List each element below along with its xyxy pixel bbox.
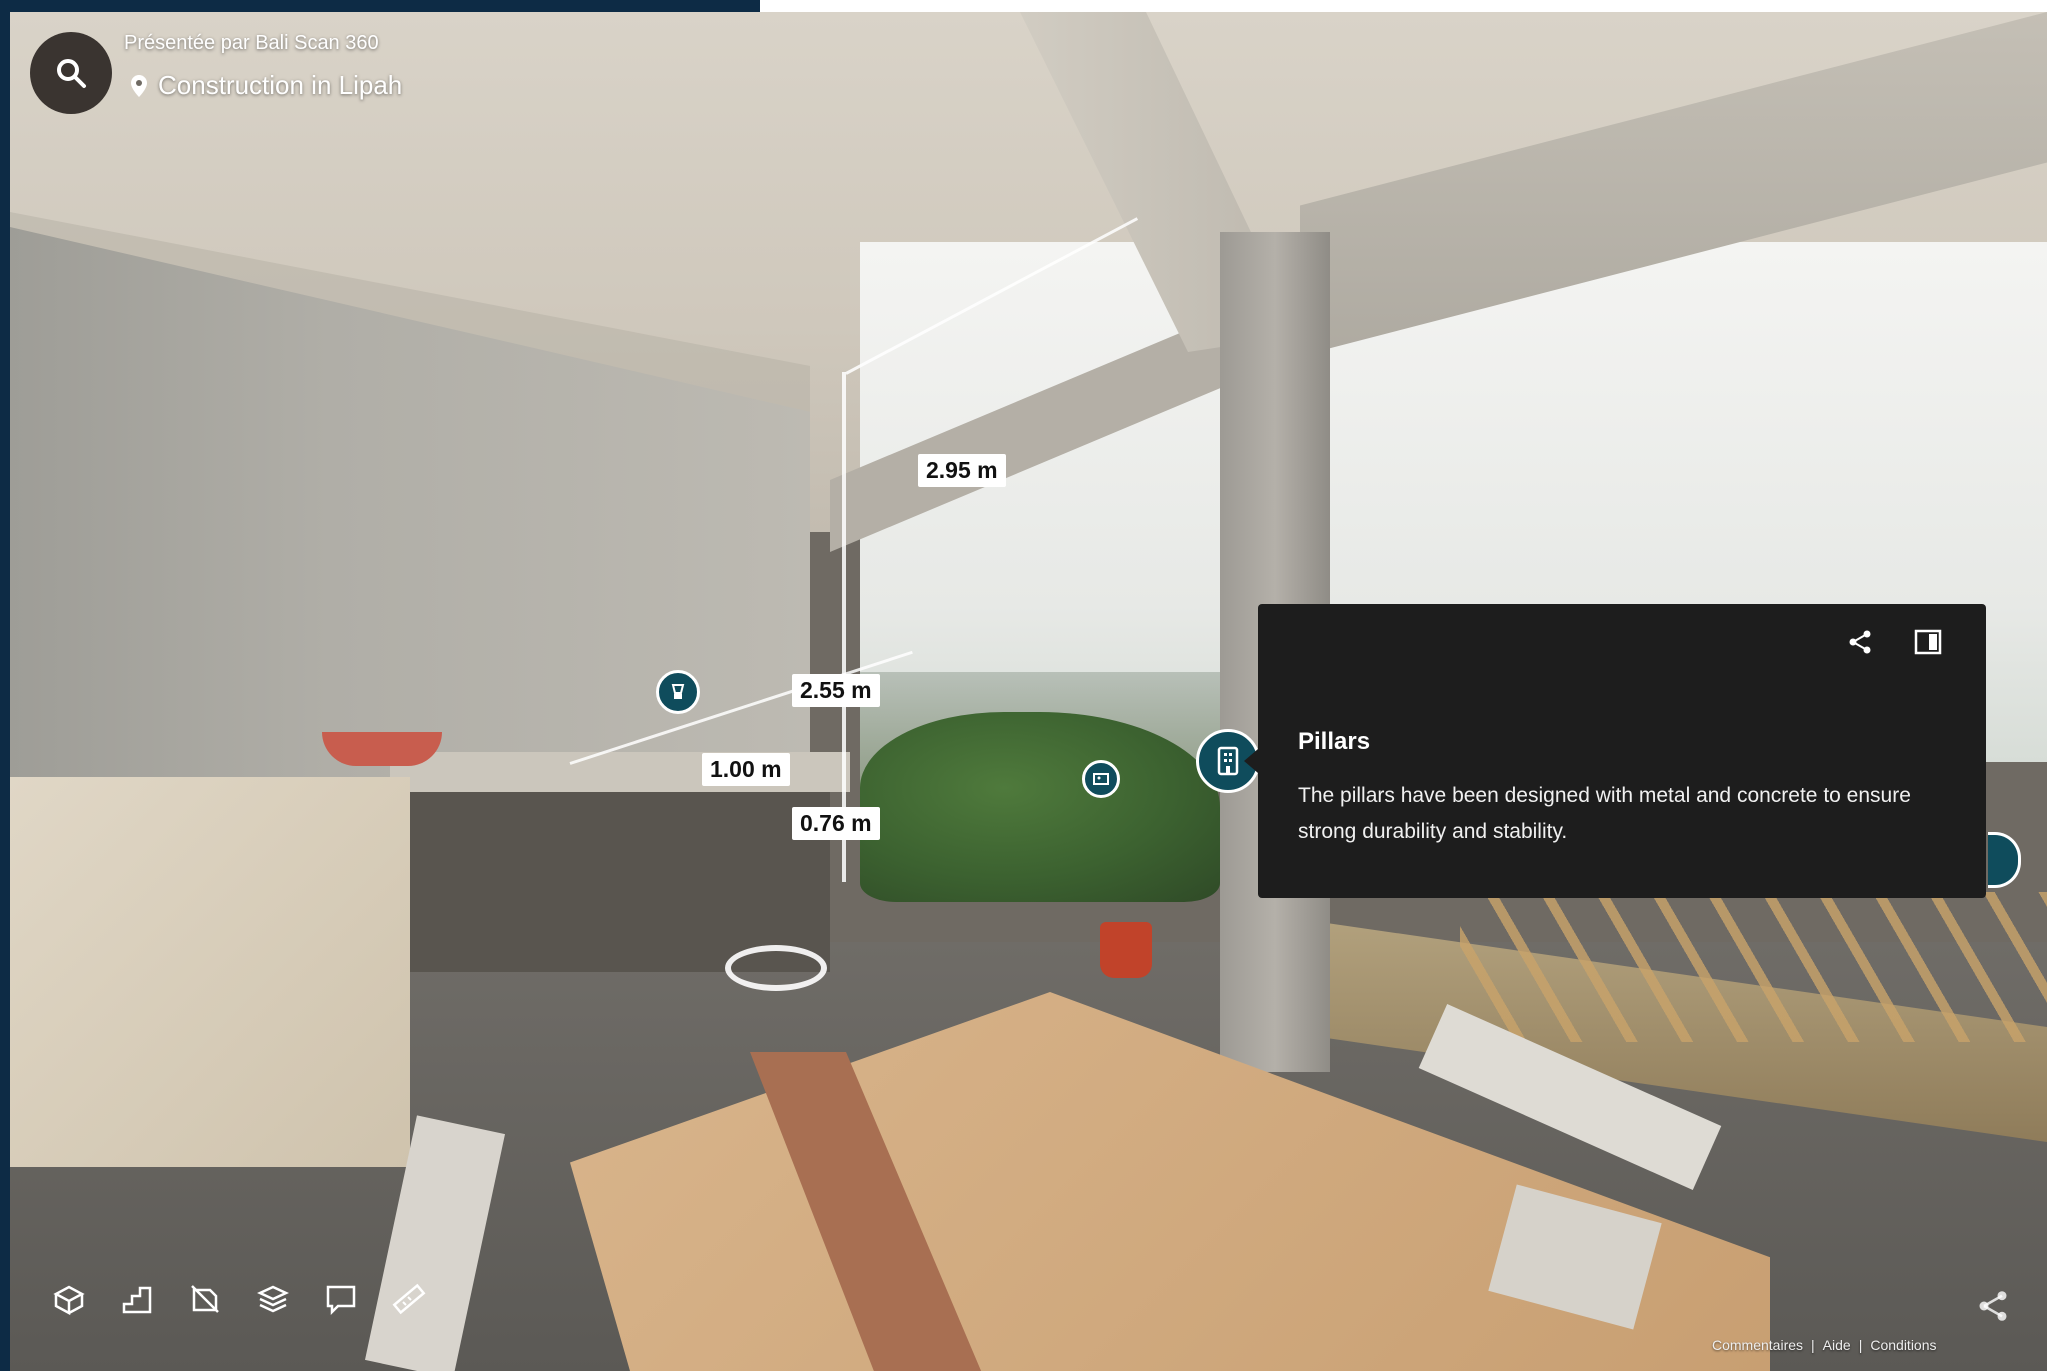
measurement-label: 2.95 m	[918, 454, 1006, 487]
floorplan-button[interactable]	[118, 1280, 156, 1318]
location-pin-icon	[131, 74, 147, 97]
comments-button[interactable]	[322, 1280, 360, 1318]
card-title: Pillars	[1298, 728, 1371, 755]
share-tour-button[interactable]	[1975, 1288, 2011, 1329]
presented-by-text: Présentée par Bali Scan 360	[124, 32, 379, 54]
card-description: The pillars have been designed with meta…	[1298, 784, 1911, 843]
image-icon	[1093, 773, 1109, 785]
floorplan-icon	[122, 1286, 152, 1314]
floor-selector-icon	[257, 1285, 289, 1313]
footer-separator: |	[1811, 1337, 1815, 1353]
marble-board	[10, 777, 410, 1167]
measurement-label: 2.55 m	[792, 674, 880, 707]
location-title: Construction in Lipah	[130, 70, 402, 101]
blender-icon	[671, 684, 685, 699]
building-icon	[1217, 746, 1239, 776]
dollhouse-view-button[interactable]	[50, 1280, 88, 1318]
measure-line-vertical	[842, 372, 846, 882]
share-icon	[1979, 1291, 2007, 1321]
search-icon	[57, 59, 86, 88]
viewer-toolbar	[50, 1280, 428, 1318]
help-link[interactable]: Aide	[1823, 1337, 1851, 1353]
mixing-bowl	[322, 732, 442, 766]
card-pointer	[1244, 749, 1258, 773]
hide-tags-button[interactable]	[186, 1280, 224, 1318]
footer-links: Commentaires | Aide | Conditions	[1712, 1337, 1937, 1353]
comments-icon	[326, 1285, 356, 1316]
comments-link[interactable]: Commentaires	[1712, 1337, 1803, 1353]
dollhouse-view-icon	[53, 1285, 85, 1316]
tag-pin-offscreen[interactable]	[1988, 832, 2021, 888]
frame-left-edge	[0, 0, 10, 1371]
rebar-frame	[1460, 892, 2047, 1042]
trees	[860, 712, 1220, 902]
share-icon	[1849, 630, 1871, 654]
floor-selector-button[interactable]	[254, 1280, 292, 1318]
measure-button[interactable]	[390, 1280, 428, 1318]
frame-top-edge	[0, 0, 760, 12]
tag-pin-image[interactable]	[1082, 760, 1120, 798]
terms-link[interactable]: Conditions	[1870, 1337, 1936, 1353]
expand-panel-button[interactable]	[1914, 628, 1942, 661]
tag-info-card: Pillars The pillars have been designed w…	[1258, 604, 1986, 898]
red-pot	[1100, 922, 1152, 978]
location-name: Construction in Lipah	[158, 70, 403, 100]
frame-top-edge-light	[760, 0, 2047, 12]
hide-tags-icon	[191, 1285, 219, 1313]
search-button[interactable]	[30, 32, 112, 114]
navigation-ring-icon[interactable]	[725, 945, 827, 991]
footer-separator: |	[1858, 1337, 1863, 1353]
tag-pin-blender[interactable]	[656, 670, 700, 714]
measurement-label: 1.00 m	[702, 753, 790, 786]
measurement-label: 0.76 m	[792, 807, 880, 840]
share-button[interactable]	[1846, 628, 1874, 661]
side-panel-icon	[1914, 629, 1942, 655]
measure-icon	[392, 1283, 426, 1315]
